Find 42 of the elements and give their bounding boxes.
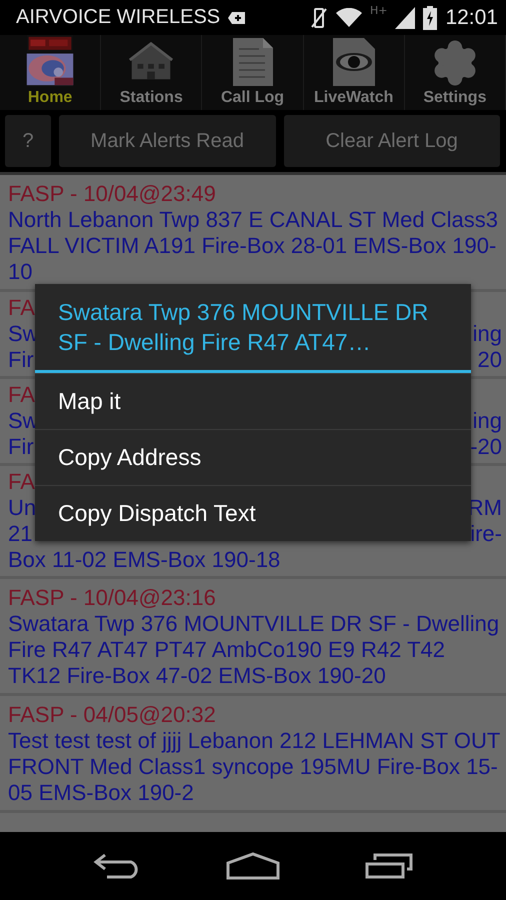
alert-header: FASP - 04/05@20:32 — [8, 702, 216, 728]
alert-header: FA — [8, 295, 35, 321]
wifi-icon — [336, 8, 362, 28]
nav-tab[interactable]: Stations — [101, 35, 202, 110]
notification-icon — [228, 10, 246, 24]
action-button[interactable]: Clear Alert Log — [284, 115, 500, 167]
nav-tab[interactable]: Call Log — [202, 35, 304, 110]
alert-text: Swatara Twp 376 MOUNTVILLE DR SF - Dwelling Fire R47 AT47 PT47 AmbCo190 E9 R42 T42 TK12 Fire-Box 47-02 EMS-Box 190-20 — [8, 611, 500, 689]
alert-header: FA — [8, 469, 35, 495]
menu-item[interactable]: Copy Address — [35, 429, 471, 485]
home-icon[interactable] — [226, 852, 280, 880]
alert-text: ing — [472, 408, 502, 434]
alert-text: 21 — [8, 521, 32, 547]
alert-header: FASP - 10/04@23:16 — [8, 585, 216, 611]
alert-text: Un — [8, 495, 36, 521]
nav-tab[interactable]: Settings — [404, 35, 506, 110]
menu-item[interactable]: Copy Dispatch Text — [35, 485, 471, 541]
alert-header: FASP - 10/04@23:49 — [8, 181, 216, 207]
alert-text: 20 — [478, 347, 502, 373]
battery-charging-icon — [423, 6, 438, 30]
alert-header: FA — [8, 382, 35, 408]
alert-text: North Lebanon Twp 837 E CANAL ST Med Class3 FALL VICTIM A191 Fire-Box 28-01 EMS-Box 190-10 — [8, 207, 499, 285]
carrier-name: AIRVOICE WIRELESS — [16, 6, 220, 29]
alert-text: Box 11-02 EMS-Box 190-18 — [8, 547, 280, 573]
nav-tab[interactable]: Home — [0, 35, 102, 110]
signal-icon — [395, 6, 416, 28]
network-type: H+ — [370, 4, 388, 17]
alert-text: Fir — [8, 434, 34, 460]
nav-tab[interactable]: LiveWatch — [304, 35, 405, 110]
recent-apps-icon[interactable] — [365, 853, 414, 879]
vibrate-off-icon — [310, 6, 328, 28]
help-button[interactable]: ? — [5, 115, 51, 167]
alert-text: ing — [472, 321, 502, 347]
clock: 12:01 — [445, 6, 498, 30]
alert-text: -20 — [470, 434, 502, 460]
document-icon — [230, 37, 274, 87]
action-button[interactable]: Mark Alerts Read — [59, 115, 276, 167]
menu-title: Swatara Twp 376 MOUNTVILLE DR SF - Dwelling Fire R47 AT47… — [35, 284, 471, 373]
alert-text: Test test test of jjjj Lebanon 212 LEHMAN ST OUT FRONT Med Class1 syncope 195MU Fire-Box 15-05 EMS-Box 190-2 — [8, 728, 501, 806]
alert-text: ire- — [470, 521, 502, 547]
alert-text: Fir — [8, 347, 34, 373]
menu-item[interactable]: Map it — [35, 373, 471, 429]
